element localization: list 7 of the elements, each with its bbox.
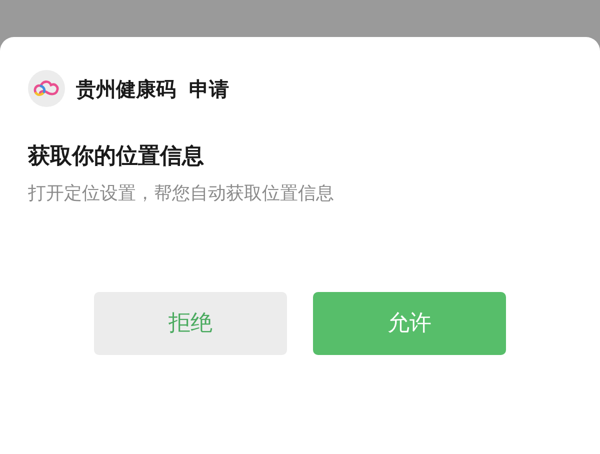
deny-button[interactable]: 拒绝 — [94, 292, 287, 355]
cloud-logo-icon — [28, 70, 65, 107]
app-name: 贵州健康码 — [76, 76, 176, 102]
dialog-message: 打开定位设置，帮您自动获取位置信息 — [28, 182, 335, 206]
dialog-title: 获取你的位置信息 — [28, 143, 205, 171]
request-label: 申请 — [189, 76, 229, 102]
allow-button[interactable]: 允许 — [313, 292, 506, 355]
